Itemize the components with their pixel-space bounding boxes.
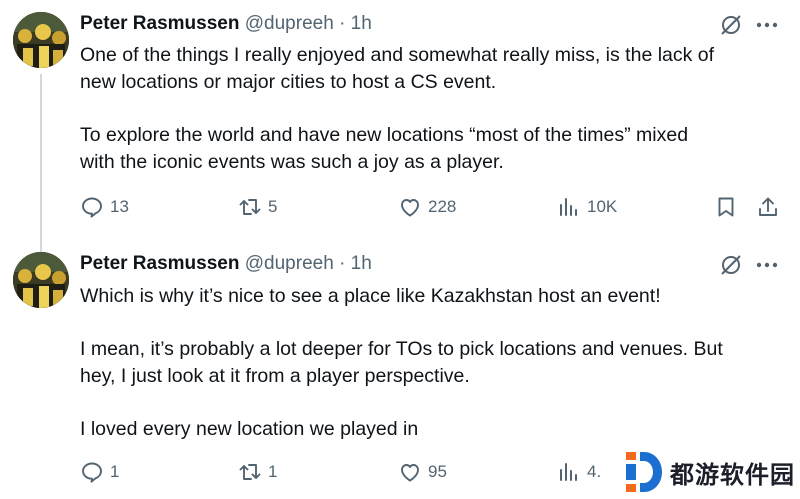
repost-count: 1 — [268, 462, 278, 481]
views-button[interactable]: 4. — [557, 457, 601, 487]
more-options-icon[interactable] — [754, 12, 780, 38]
views-icon — [560, 198, 577, 216]
grok-icon[interactable] — [718, 12, 744, 38]
timestamp[interactable]: · 1h — [339, 253, 372, 274]
tweet-text-line: I loved every new location we played in — [80, 418, 419, 440]
avatar[interactable] — [13, 12, 69, 68]
grok-icon[interactable] — [718, 252, 744, 278]
timestamp[interactable]: · 1h — [339, 13, 372, 34]
bookmark-icon — [718, 197, 734, 217]
reply-button[interactable]: 1 — [80, 457, 119, 487]
avatar-image — [13, 252, 69, 308]
watermark: 都游软件园 — [626, 452, 795, 492]
repost-icon — [239, 464, 261, 480]
views-icon — [560, 463, 577, 481]
repost-icon — [239, 199, 261, 215]
share-icon — [759, 197, 777, 216]
reply-icon — [82, 197, 102, 218]
d-logo-icon — [626, 452, 662, 492]
avatar[interactable] — [13, 252, 69, 308]
tweet-1[interactable]: Peter Rasmussen @dupreeh · 1h One of the… — [0, 0, 800, 254]
author-name[interactable]: Peter Rasmussen — [80, 13, 239, 34]
avatar-image — [13, 12, 69, 68]
reply-count: 1 — [110, 462, 120, 481]
tweet-text-line: One of the things I really enjoyed and s… — [80, 44, 715, 66]
reply-count: 13 — [110, 197, 129, 216]
repost-count: 5 — [268, 197, 278, 216]
like-count: 95 — [428, 462, 447, 481]
like-button[interactable]: 228 — [398, 192, 456, 222]
author-handle[interactable]: @dupreeh — [245, 253, 334, 274]
tweet-text-line: hey, I just look at it from a player per… — [80, 365, 470, 387]
repost-button[interactable]: 1 — [238, 457, 277, 487]
heart-icon — [401, 199, 419, 217]
view-count: 10K — [587, 197, 618, 216]
like-button[interactable]: 95 — [398, 457, 447, 487]
more-options-icon[interactable] — [754, 252, 780, 278]
bookmark-button[interactable] — [714, 192, 744, 222]
tweet-text-line: with the iconic events was such a joy as… — [80, 151, 504, 173]
views-button[interactable]: 10K — [557, 192, 617, 222]
tweet-header: Peter Rasmussen @dupreeh · 1h — [80, 12, 372, 36]
tweet-header: Peter Rasmussen @dupreeh · 1h — [80, 252, 372, 276]
tweet-actions: 13 5 228 10K — [0, 192, 800, 222]
reply-icon — [82, 462, 102, 483]
repost-button[interactable]: 5 — [238, 192, 277, 222]
thread-line — [40, 74, 42, 254]
like-count: 228 — [428, 197, 457, 216]
author-name[interactable]: Peter Rasmussen — [80, 253, 239, 274]
watermark-text: 都游软件园 — [670, 461, 795, 489]
view-count: 4. — [587, 462, 602, 481]
heart-icon — [401, 464, 419, 482]
share-button[interactable] — [756, 192, 786, 222]
author-handle[interactable]: @dupreeh — [245, 13, 334, 34]
tweet-text-line: To explore the world and have new locati… — [80, 124, 689, 146]
tweet-text: Which is why it’s nice to see a place li… — [80, 283, 780, 443]
tweet-text-line: I mean, it’s probably a lot deeper for T… — [80, 338, 723, 360]
tweet-text-line: new locations or major cities to host a … — [80, 71, 497, 93]
tweet-text-line: Which is why it’s nice to see a place li… — [80, 285, 661, 307]
tweet-text: One of the things I really enjoyed and s… — [80, 42, 780, 176]
reply-button[interactable]: 13 — [80, 192, 129, 222]
